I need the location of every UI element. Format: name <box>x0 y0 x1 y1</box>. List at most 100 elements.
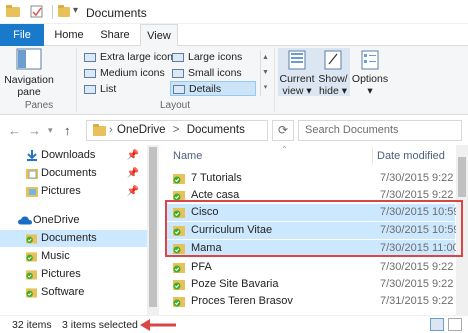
qat-separator <box>52 5 53 19</box>
tab-file[interactable]: File <box>0 24 44 46</box>
scrollbar-thumb[interactable] <box>458 157 466 197</box>
file-date: 7/31/2015 9:22 PM <box>380 295 468 307</box>
navigation-pane-button[interactable]: Navigation pane <box>4 48 54 98</box>
file-name: PFA <box>191 261 212 273</box>
layout-list[interactable]: List <box>82 82 168 97</box>
current-view-label-2: view <box>282 85 304 97</box>
nav-item-label: Pictures <box>41 268 81 280</box>
column-header: Name ⌃ Date modified <box>163 145 455 167</box>
layout-label: Small icons <box>188 67 242 79</box>
column-date-modified[interactable]: Date modified <box>377 150 445 162</box>
arrow-left-icon <box>140 319 176 331</box>
current-view-button[interactable]: Current view ▾ <box>278 48 316 97</box>
sort-up-icon: ⌃ <box>281 145 288 154</box>
synced-folder-icon <box>173 297 185 307</box>
recent-locations-icon[interactable]: ▾ <box>48 125 53 136</box>
up-arrow-icon[interactable]: ↑ <box>64 123 71 138</box>
file-date: 7/30/2015 9:22 PM <box>380 278 468 290</box>
pin-icon[interactable]: 📌 <box>127 165 139 182</box>
navigation-pane-label-1: Navigation <box>4 74 54 86</box>
layout-medium-icons[interactable]: Medium icons <box>82 66 168 81</box>
navigation-bar: ← → ▾ ↑ › OneDrive > Documents ⟳ Search … <box>0 115 468 145</box>
options-label-row: Options <box>350 73 390 85</box>
navigation-pane-icon <box>16 48 42 70</box>
layout-extra-large-icons[interactable]: Extra large icons <box>82 50 178 65</box>
search-placeholder: Search Documents <box>305 124 399 136</box>
layout-details[interactable]: Details <box>170 81 256 96</box>
group-divider <box>76 48 77 112</box>
item-count: 32 items <box>12 319 52 331</box>
nav-item-software[interactable]: Software <box>0 284 147 301</box>
nav-item-onedrive[interactable]: OneDrive <box>0 212 147 229</box>
properties-icon[interactable] <box>30 5 44 18</box>
tab-share[interactable]: Share <box>90 24 140 46</box>
title-bar: ▾ Documents <box>0 0 468 24</box>
file-row[interactable]: 7 Tutorials 7/30/2015 9:22 PM <box>167 170 468 187</box>
show-hide-button[interactable]: Show/ hide ▾ <box>316 48 350 97</box>
breadcrumb-documents[interactable]: Documents <box>187 124 245 136</box>
synced-folder-icon <box>26 270 37 280</box>
file-row[interactable]: Proces Teren Brasov 7/31/2015 9:22 PM <box>167 293 468 310</box>
layout-label: Extra large icons <box>100 51 179 63</box>
navigation-pane: Downloads 📌 Documents 📌 Pictures 📌 OneDr… <box>0 145 159 315</box>
synced-folder-icon <box>26 252 37 262</box>
pin-icon[interactable]: 📌 <box>127 147 139 164</box>
qat-dropdown-icon[interactable]: ▾ <box>73 5 78 16</box>
ribbon: Navigation pane Panes Extra large icons … <box>0 46 468 115</box>
selection-highlight-box <box>165 200 463 257</box>
file-row[interactable]: PFA 7/30/2015 9:22 PM <box>167 259 468 276</box>
medium-icons-icon <box>84 69 96 78</box>
column-name[interactable]: Name <box>173 150 202 162</box>
nav-item-music[interactable]: Music <box>0 248 147 265</box>
nav-item-onedrive-pictures[interactable]: Pictures <box>0 266 147 283</box>
address-bar[interactable]: › OneDrive > Documents <box>86 120 268 141</box>
nav-item-label: Pictures <box>41 185 81 197</box>
column-divider[interactable] <box>372 147 373 165</box>
large-icons-icon <box>172 53 184 62</box>
dropdown-icon: ▾ <box>341 85 348 97</box>
file-name: Poze Site Bavaria <box>191 278 279 290</box>
layout-label: List <box>100 83 117 95</box>
nav-pane-scrollbar[interactable] <box>147 145 159 315</box>
show-hide-label-2-row: hide ▾ <box>316 85 350 97</box>
synced-folder-icon <box>173 263 185 273</box>
file-date: 7/30/2015 9:22 PM <box>380 172 468 184</box>
new-folder-icon[interactable] <box>58 5 70 17</box>
group-label-layout: Layout <box>159 100 191 111</box>
details-icon <box>173 85 185 94</box>
onedrive-cloud-icon <box>18 216 32 225</box>
status-bar: 32 items 3 items selected <box>0 315 468 333</box>
options-button[interactable]: Options ▾ <box>350 48 390 97</box>
back-arrow-icon[interactable]: ← <box>8 123 21 138</box>
search-input[interactable]: Search Documents <box>298 120 462 141</box>
file-row[interactable]: Poze Site Bavaria 7/30/2015 9:22 PM <box>167 276 468 293</box>
layout-large-icons[interactable]: Large icons <box>170 50 256 65</box>
tab-home[interactable]: Home <box>48 24 90 46</box>
forward-arrow-icon[interactable]: → <box>28 123 41 138</box>
dropdown-icon: ▾ <box>367 85 373 97</box>
layout-small-icons[interactable]: Small icons <box>170 66 256 81</box>
pictures-icon <box>26 187 38 197</box>
list-icon <box>84 85 96 94</box>
nav-item-onedrive-documents[interactable]: Documents <box>0 230 147 247</box>
navigation-pane-label-2: pane <box>17 86 41 98</box>
group-label-panes: Panes <box>24 100 54 111</box>
options-label: Options <box>351 73 389 85</box>
tab-view[interactable]: View <box>140 24 178 47</box>
nav-item-pictures[interactable]: Pictures 📌 <box>0 183 147 200</box>
folder-icon <box>93 124 106 136</box>
synced-folder-icon <box>173 174 185 184</box>
file-date: 7/30/2015 9:22 PM <box>380 261 468 273</box>
nav-item-documents[interactable]: Documents 📌 <box>0 165 147 182</box>
refresh-button[interactable]: ⟳ <box>272 120 294 141</box>
scrollbar-thumb[interactable] <box>149 147 157 307</box>
current-view-label-2-row: view ▾ <box>278 85 316 97</box>
large-icons-view-toggle[interactable] <box>448 318 462 331</box>
nav-item-downloads[interactable]: Downloads 📌 <box>0 147 147 164</box>
details-view-toggle[interactable] <box>430 318 444 331</box>
layout-scroll-arrows[interactable]: ▲ ▼ ▾ <box>260 50 270 96</box>
pin-icon[interactable]: 📌 <box>127 183 139 200</box>
breadcrumb-onedrive[interactable]: OneDrive <box>117 124 166 136</box>
file-name: Proces Teren Brasov <box>191 295 293 307</box>
nav-item-label: Downloads <box>41 149 96 161</box>
